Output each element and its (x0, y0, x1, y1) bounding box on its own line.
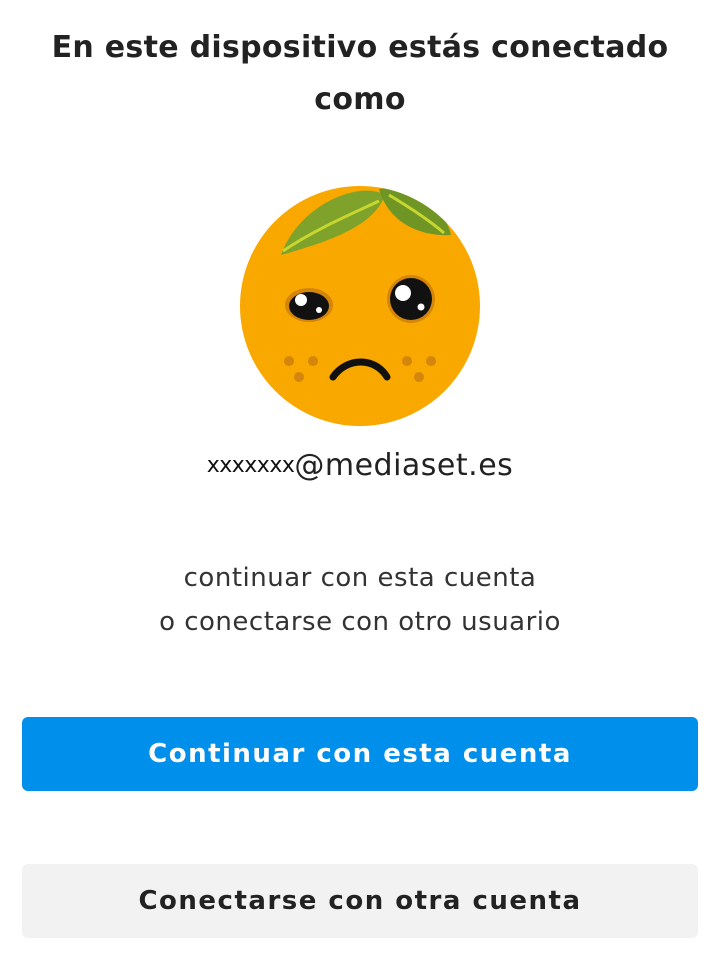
avatar (239, 185, 481, 427)
instruction-line-1: continuar con esta cuenta (183, 563, 537, 593)
page-title-line-2: como (314, 82, 406, 117)
email-domain: @mediaset.es (294, 448, 514, 483)
instruction-text: continuar con esta cuenta o conectarse c… (0, 556, 720, 644)
sad-orange-avatar-icon (240, 186, 480, 426)
connect-other-account-button[interactable]: Conectarse con otra cuenta (22, 864, 698, 938)
instruction-line-2: o conectarse con otro usuario (159, 607, 561, 637)
page-title: En este dispositivo estás conectado como (40, 22, 680, 126)
page-title-line-1: En este dispositivo estás conectado (51, 30, 669, 65)
email-user: xxxxxxx (206, 453, 295, 478)
account-email: xxxxxxx@mediaset.es (0, 448, 720, 483)
continue-with-account-button[interactable]: Continuar con esta cuenta (22, 717, 698, 791)
